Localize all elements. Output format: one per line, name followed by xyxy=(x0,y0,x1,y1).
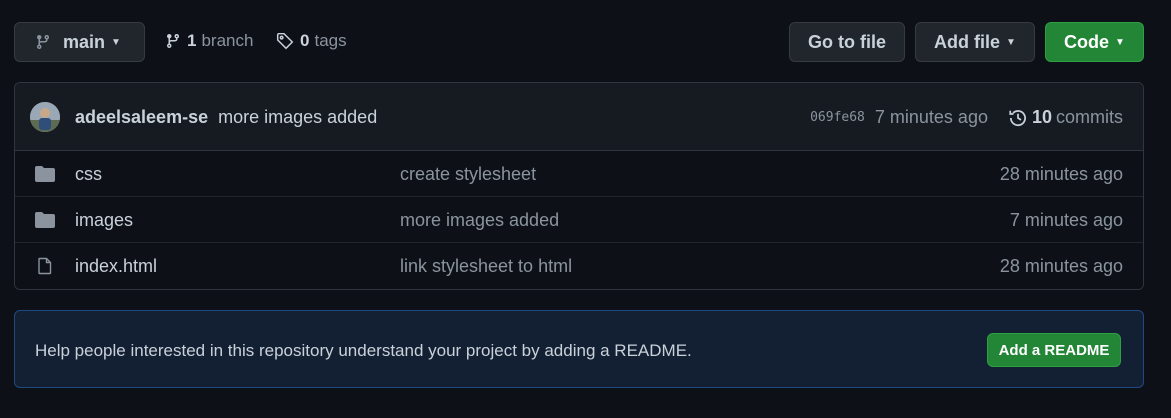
avatar[interactable] xyxy=(30,102,60,132)
file-age: 28 minutes ago xyxy=(999,164,1123,184)
commit-count-label: commits xyxy=(1056,107,1123,127)
go-to-file-button[interactable]: Go to file xyxy=(789,22,905,62)
file-age: 7 minutes ago xyxy=(1009,210,1123,230)
latest-commit-bar: adeelsaleem-se more images added 069fe68… xyxy=(15,83,1143,151)
file-icon xyxy=(38,257,52,275)
git-branch-icon xyxy=(37,34,49,50)
file-row-css[interactable]: css create stylesheet 28 minutes ago xyxy=(15,151,1143,197)
chevron-down-icon: ▼ xyxy=(1006,36,1016,48)
chevron-down-icon: ▼ xyxy=(111,36,121,48)
file-row-index-html[interactable]: index.html link stylesheet to html 28 mi… xyxy=(15,243,1143,289)
code-button[interactable]: Code ▼ xyxy=(1045,22,1144,62)
add-readme-button[interactable]: Add a README xyxy=(987,333,1121,367)
file-commit-message[interactable]: create stylesheet xyxy=(400,164,536,185)
commit-meta: 069fe68 7 minutes ago 10 commits xyxy=(810,107,1123,128)
file-name[interactable]: css xyxy=(75,164,102,185)
file-commit-message[interactable]: link stylesheet to html xyxy=(400,256,572,277)
file-age: 28 minutes ago xyxy=(999,256,1123,276)
commit-sha[interactable]: 069fe68 xyxy=(810,110,865,125)
history-icon xyxy=(1009,109,1026,126)
commit-time: 7 minutes ago xyxy=(874,107,988,127)
add-file-button[interactable]: Add file ▼ xyxy=(915,22,1035,62)
code-label: Code xyxy=(1064,31,1110,52)
commit-message-link[interactable]: more images added xyxy=(218,107,377,127)
branches-link[interactable]: 1 branch xyxy=(165,31,253,51)
readme-prompt-text: Help people interested in this repositor… xyxy=(35,341,692,360)
tag-count: 0 xyxy=(300,31,310,50)
file-name[interactable]: images xyxy=(75,210,133,231)
tags-link[interactable]: 0 tags xyxy=(276,31,347,51)
branch-name: main xyxy=(63,31,106,52)
branch-count-label: branch xyxy=(201,31,254,50)
commit-author[interactable]: adeelsaleem-se xyxy=(75,107,208,127)
file-name[interactable]: index.html xyxy=(75,256,157,277)
file-browser: adeelsaleem-se more images added 069fe68… xyxy=(14,82,1144,290)
folder-icon xyxy=(35,212,55,228)
git-branch-icon xyxy=(167,33,179,49)
folder-icon xyxy=(35,166,55,182)
readme-prompt: Help people interested in this repositor… xyxy=(14,310,1144,388)
file-commit-message[interactable]: more images added xyxy=(400,210,559,231)
commit-count: 10 xyxy=(1031,107,1052,127)
branch-count: 1 xyxy=(187,31,197,50)
repo-toolbar: main ▼ 1 branch 0 tags Go to file Add fi… xyxy=(14,22,1144,62)
chevron-down-icon: ▼ xyxy=(1115,36,1125,48)
branch-select-button[interactable]: main ▼ xyxy=(14,22,145,62)
add-file-label: Add file xyxy=(934,31,1001,52)
tag-count-label: tags xyxy=(314,31,347,50)
file-row-images[interactable]: images more images added 7 minutes ago xyxy=(15,197,1143,243)
latest-commit-message: adeelsaleem-se more images added xyxy=(75,107,377,128)
tag-icon xyxy=(276,32,294,50)
commits-history-link[interactable]: 10 commits xyxy=(1008,107,1123,128)
